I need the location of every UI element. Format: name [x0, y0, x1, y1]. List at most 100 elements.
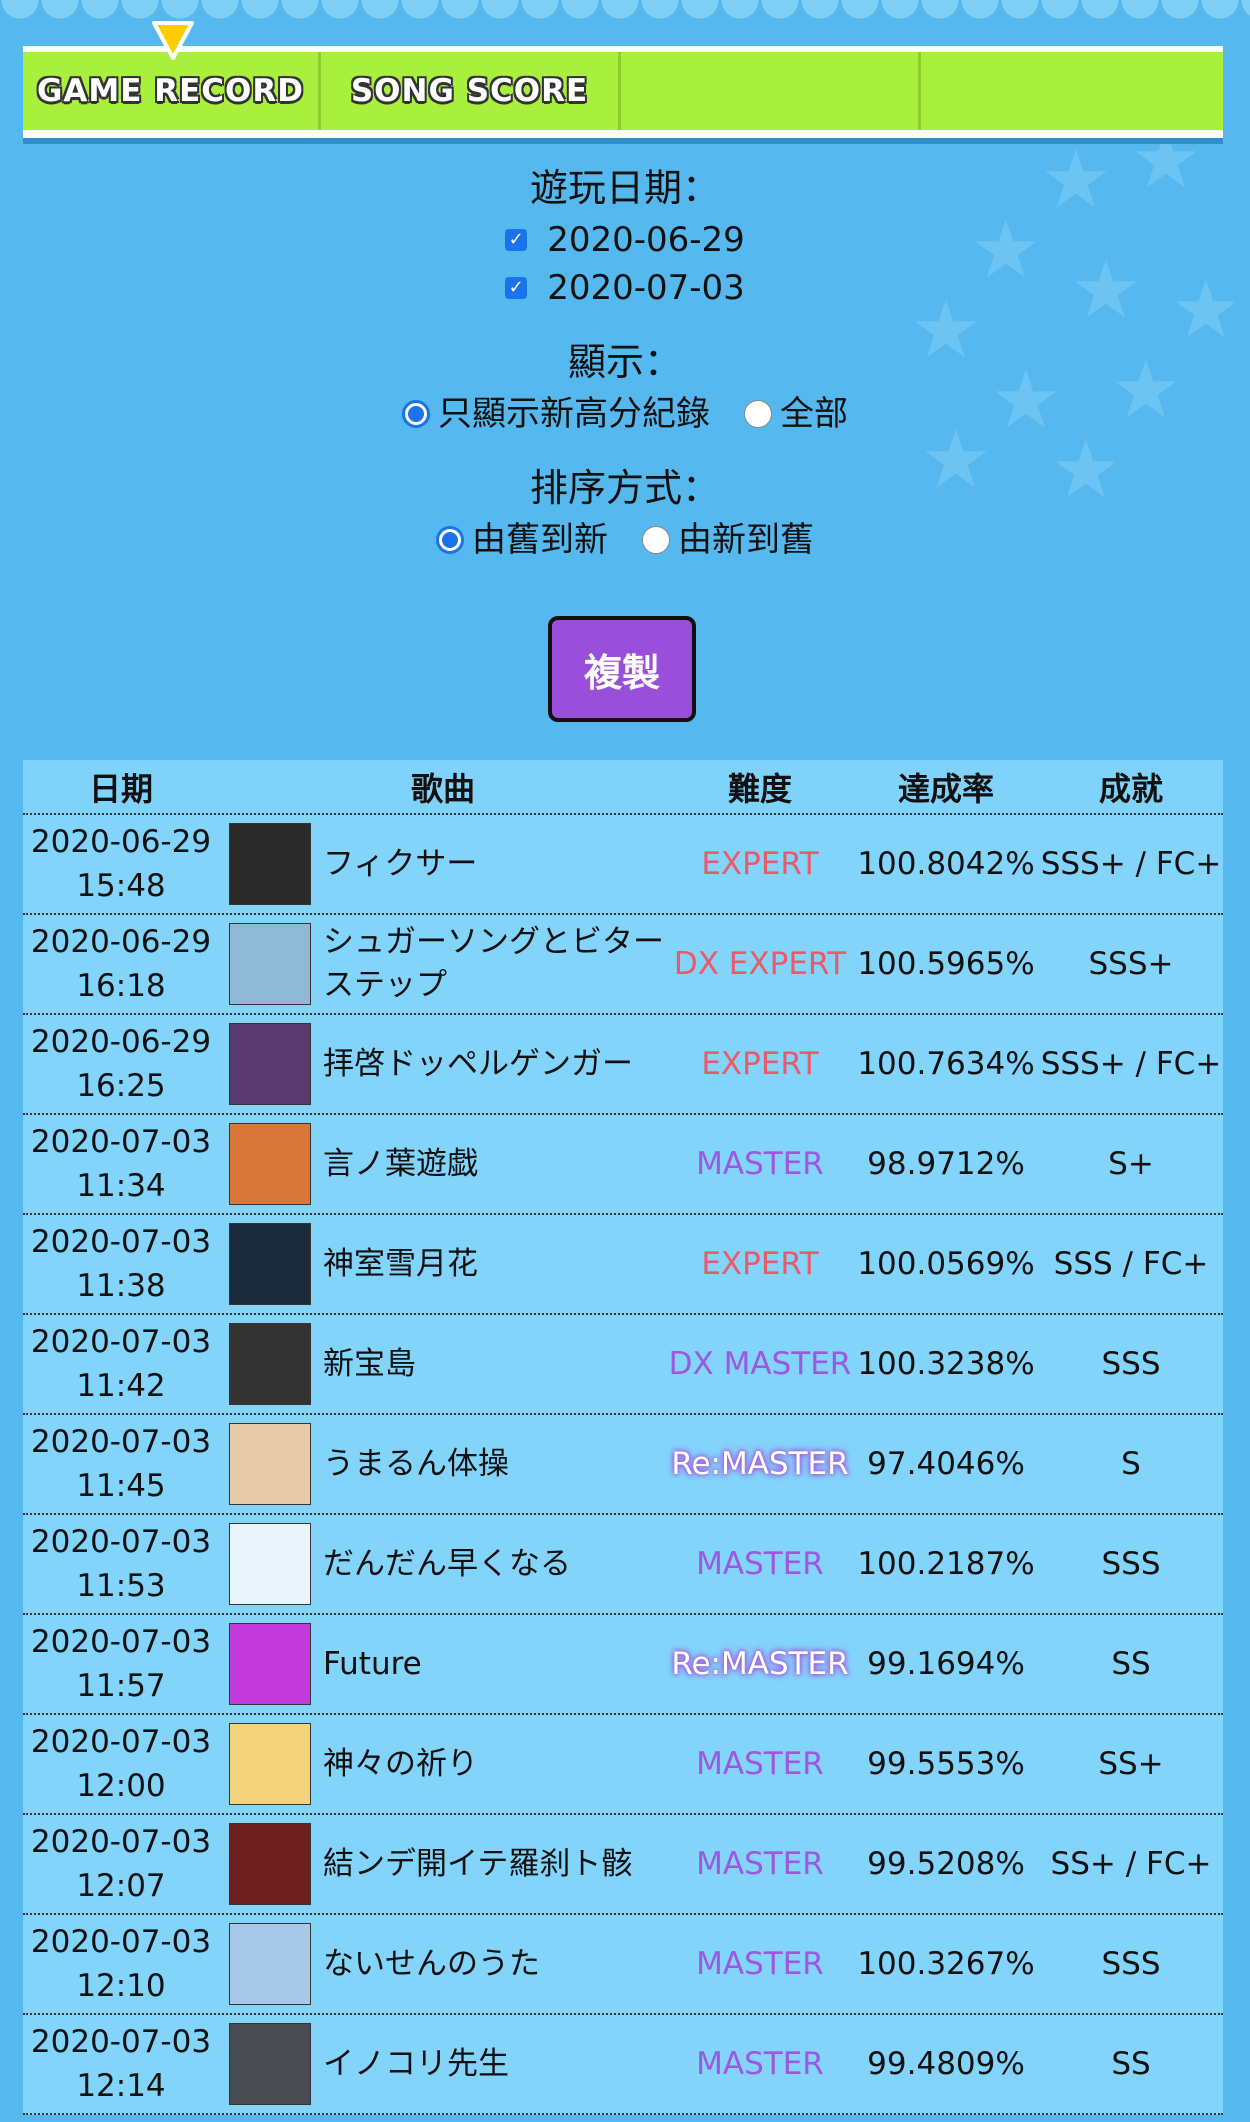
rate-cell: 99.4809% — [867, 2046, 1025, 2082]
song-jacket-image — [229, 1623, 311, 1705]
record-date: 2020-06-29 — [30, 924, 212, 960]
record-date: 2020-07-03 — [30, 1924, 212, 1960]
achievement-cell: SSS+ / FC+ — [1040, 1046, 1222, 1082]
date-cell: 2020-07-03 11:45 — [23, 1415, 219, 1513]
date-cell: 2020-07-03 12:14 — [23, 2015, 219, 2113]
difficulty-cell: Re:MASTER — [671, 1446, 849, 1482]
radio-unselected-icon[interactable] — [744, 400, 772, 428]
filter-panel: 遊玩日期： ✓ 2020-06-29 ✓ 2020-07-03 顯示： 只顯示新… — [0, 160, 1250, 564]
radio-selected-icon[interactable] — [402, 400, 430, 428]
rate-cell: 100.8042% — [857, 846, 1035, 882]
date-option-label: 2020-07-03 — [547, 268, 745, 308]
song-jacket-image — [229, 1823, 311, 1905]
achievement-cell: SSS — [1101, 1346, 1161, 1382]
record-date: 2020-07-03 — [30, 1524, 212, 1560]
date-cell: 2020-06-29 16:25 — [23, 1015, 219, 1113]
date-cell: 2020-07-03 11:57 — [23, 1615, 219, 1713]
song-jacket-image — [229, 1723, 311, 1805]
difficulty-cell: EXPERT — [701, 1046, 819, 1082]
song-title: フィクサー — [323, 845, 478, 882]
sort-option-label: 由新到舊 — [678, 520, 814, 560]
date-option[interactable]: ✓ 2020-06-29 — [0, 216, 1250, 264]
date-cell: 2020-06-29 16:18 — [23, 915, 219, 1013]
song-title: だんだん早くなる — [323, 1545, 571, 1582]
checkbox-checked-icon[interactable]: ✓ — [505, 277, 528, 299]
tab-label: GAME RECORD — [36, 73, 304, 109]
table-row: 2020-07-03 12:07 結ンデ開イテ羅刹ト骸 MASTER 99.5208% S… — [23, 1815, 1223, 1915]
song-cell: シュガーソングとビターステップ — [219, 915, 667, 1013]
record-time: 11:57 — [76, 1668, 166, 1704]
song-cell: イノコリ先生 — [219, 2015, 667, 2113]
achievement-cell: SS+ — [1098, 1746, 1164, 1782]
achievement-cell: SSS — [1101, 1946, 1161, 1982]
table-row: 2020-07-03 12:14 イノコリ先生 MASTER 99.4809% SS — [23, 2015, 1223, 2115]
date-option-label: 2020-06-29 — [547, 220, 745, 260]
table-row: 2020-07-03 11:53 だんだん早くなる MASTER 100.2187% SS… — [23, 1515, 1223, 1615]
achievement-cell: SSS+ / FC+ — [1040, 846, 1222, 882]
checkbox-checked-icon[interactable]: ✓ — [505, 229, 528, 251]
record-time: 11:53 — [76, 1568, 166, 1604]
song-jacket-image — [229, 1123, 311, 1205]
achievement-cell: SS — [1111, 1646, 1151, 1682]
song-title: シュガーソングとビターステップ — [323, 924, 664, 1003]
record-date: 2020-06-29 — [30, 1024, 212, 1060]
rate-cell: 100.5965% — [857, 946, 1035, 982]
record-date: 2020-06-29 — [30, 824, 212, 860]
sort-option-new-to-old[interactable]: 由新到舊 — [642, 516, 814, 564]
record-time: 11:42 — [76, 1368, 166, 1404]
song-jacket-image — [229, 923, 311, 1005]
song-title: イノコリ先生 — [323, 2045, 509, 2082]
song-jacket-image — [229, 1523, 311, 1605]
date-cell: 2020-07-03 12:10 — [23, 1915, 219, 2013]
table-row: 2020-06-29 15:48 フィクサー EXPERT 100.8042% SSS+ … — [23, 815, 1223, 915]
achievement-cell: S+ — [1108, 1146, 1154, 1182]
table-row: 2020-07-03 11:57 Future Re:MASTER 99.1694% SS — [23, 1615, 1223, 1715]
display-option-new-high[interactable]: 只顯示新高分紀錄 — [402, 390, 710, 438]
table-body: 2020-06-29 15:48 フィクサー EXPERT 100.8042% SSS+ … — [23, 815, 1223, 2115]
rate-cell: 99.5553% — [867, 1746, 1025, 1782]
song-cell: フィクサー — [219, 815, 667, 913]
record-date: 2020-07-03 — [30, 2024, 212, 2060]
song-jacket-image — [229, 2023, 311, 2105]
header-song[interactable]: 歌曲 — [219, 760, 667, 813]
sort-option-label: 由舊到新 — [472, 520, 608, 560]
song-title: 神室雪月花 — [323, 1245, 478, 1282]
achievement-cell: SSS+ — [1088, 946, 1174, 982]
radio-unselected-icon[interactable] — [642, 526, 670, 554]
tab-empty-1[interactable] — [621, 52, 921, 130]
rate-cell: 100.3267% — [857, 1946, 1035, 1982]
table-row: 2020-07-03 11:42 新宝島 DX MASTER 100.3238% SSS — [23, 1315, 1223, 1415]
header-difficulty[interactable]: 難度 — [667, 760, 853, 813]
song-title: Future — [323, 1645, 422, 1682]
record-date: 2020-07-03 — [30, 1324, 212, 1360]
copy-button[interactable]: 複製 — [548, 616, 696, 722]
table-row: 2020-06-29 16:18 シュガーソングとビターステップ DX EXPERT 1… — [23, 915, 1223, 1015]
song-jacket-image — [229, 1023, 311, 1105]
achievement-cell: SS+ / FC+ — [1050, 1846, 1212, 1882]
record-time: 15:48 — [76, 868, 166, 904]
date-cell: 2020-07-03 11:34 — [23, 1115, 219, 1213]
difficulty-cell: MASTER — [696, 1846, 824, 1882]
display-option-label: 全部 — [780, 394, 848, 434]
date-option[interactable]: ✓ 2020-07-03 — [0, 264, 1250, 312]
sort-option-old-to-new[interactable]: 由舊到新 — [436, 516, 608, 564]
header-rate[interactable]: 達成率 — [853, 760, 1039, 813]
date-filter-label: 遊玩日期： — [529, 166, 720, 210]
tab-empty-2[interactable] — [921, 52, 1223, 130]
rate-cell: 100.7634% — [857, 1046, 1035, 1082]
record-time: 12:00 — [76, 1768, 166, 1804]
header-date[interactable]: 日期 — [23, 760, 219, 813]
song-cell: 拝啓ドッペルゲンガー — [219, 1015, 667, 1113]
song-title: うまるん体操 — [323, 1445, 509, 1482]
table-row: 2020-07-03 11:45 うまるん体操 Re:MASTER 97.4046% S — [23, 1415, 1223, 1515]
record-date: 2020-07-03 — [30, 1124, 212, 1160]
record-time: 12:07 — [76, 1868, 166, 1904]
radio-selected-icon[interactable] — [436, 526, 464, 554]
tab-song-score[interactable]: SONG SCORE — [321, 52, 621, 130]
header-achievement[interactable]: 成就 — [1039, 760, 1223, 813]
record-date: 2020-07-03 — [30, 1624, 212, 1660]
display-options: 只顯示新高分紀錄 全部 — [0, 390, 1250, 438]
difficulty-cell: MASTER — [696, 1546, 824, 1582]
difficulty-cell: MASTER — [696, 1146, 824, 1182]
display-option-all[interactable]: 全部 — [744, 390, 848, 438]
